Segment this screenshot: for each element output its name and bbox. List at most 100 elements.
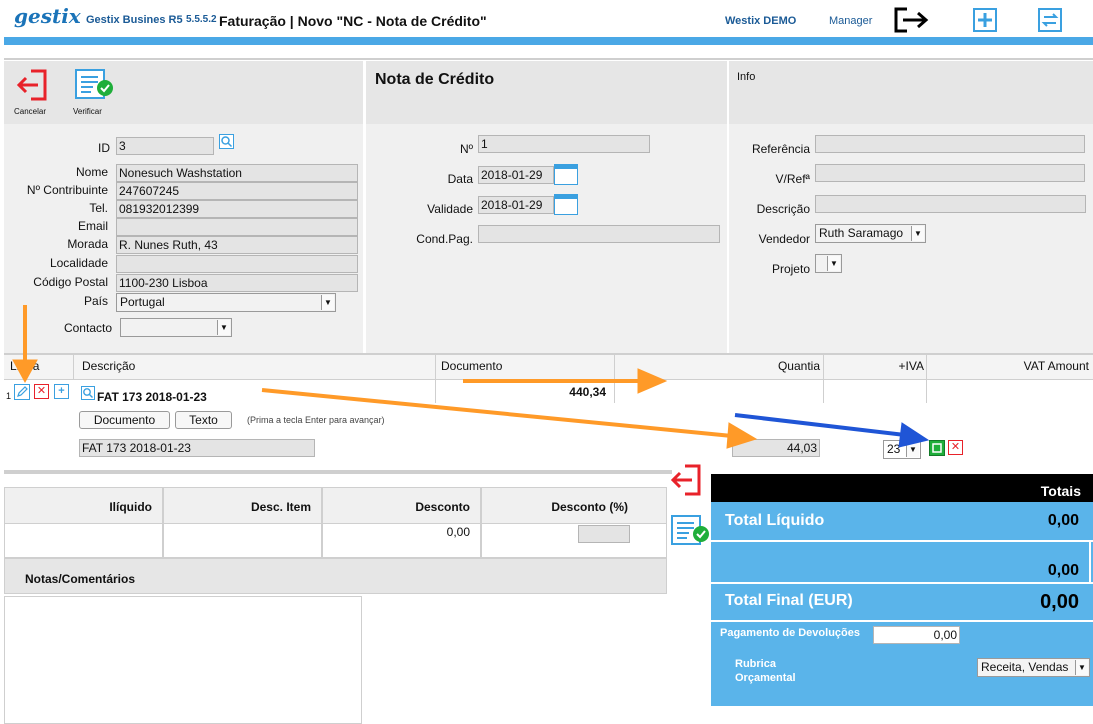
- phone-field[interactable]: 081932012399: [116, 200, 358, 218]
- text-button[interactable]: Texto: [175, 411, 232, 429]
- verify-button[interactable]: Verificar: [73, 68, 117, 118]
- col-line: Linha: [10, 359, 40, 373]
- reference-label: Referência: [751, 142, 810, 156]
- description-label: Descrição: [756, 202, 810, 216]
- vat-rate-value: 23: [887, 442, 901, 456]
- customer-id-field[interactable]: 3: [116, 137, 214, 155]
- project-select[interactable]: ▼: [815, 254, 842, 273]
- app-logo[interactable]: gestix: [14, 4, 81, 28]
- verify-icon: [75, 69, 113, 99]
- yourref-label: V/Refª: [775, 172, 810, 186]
- calendar-icon[interactable]: [554, 164, 578, 185]
- add-icon[interactable]: [972, 8, 998, 32]
- page-title: Faturação | Novo "NC - Nota de Crédito": [219, 13, 487, 29]
- col-discount-pct: Desconto (%): [551, 500, 628, 514]
- divider: [4, 58, 1093, 60]
- discount-pct-field[interactable]: [578, 525, 630, 543]
- chevron-down-icon: ▼: [1075, 660, 1088, 675]
- totals-panel: Totais Total Líquido 0,00 0,00 Total Fin…: [711, 474, 1093, 706]
- postal-field[interactable]: 1100-230 Lisboa: [116, 274, 358, 292]
- confirm-icon[interactable]: [929, 440, 945, 456]
- toolbar-panel: [4, 61, 363, 124]
- line-description-input[interactable]: FAT 173 2018-01-23: [79, 439, 315, 457]
- col-quantity: Quantia: [777, 359, 820, 373]
- verify-label: Verificar: [73, 107, 102, 116]
- chevron-down-icon: ▼: [321, 295, 334, 310]
- email-field[interactable]: [116, 218, 358, 236]
- cancel-icon[interactable]: [668, 463, 704, 497]
- delete-icon[interactable]: ✕: [948, 440, 963, 455]
- totals-header: Totais: [711, 474, 1093, 502]
- reference-field[interactable]: [815, 135, 1085, 153]
- description-field[interactable]: [815, 195, 1086, 213]
- validity-label: Validade: [427, 202, 473, 216]
- search-icon[interactable]: [81, 386, 95, 400]
- yourref-field[interactable]: [815, 164, 1085, 182]
- document-number-field[interactable]: 1: [478, 135, 650, 153]
- user-name[interactable]: Manager: [829, 15, 872, 27]
- verify-icon[interactable]: [669, 513, 711, 549]
- col-document: Documento: [441, 359, 503, 373]
- notes-textarea[interactable]: [4, 596, 362, 724]
- document-amount: 440,34: [569, 385, 606, 399]
- add-line-icon[interactable]: +: [54, 384, 69, 399]
- cancel-button[interactable]: Cancelar: [14, 68, 52, 118]
- logout-icon[interactable]: [893, 6, 931, 34]
- lines-header: [4, 355, 1093, 379]
- col-vat: +IVA: [898, 359, 924, 373]
- date-field[interactable]: 2018-01-29: [478, 166, 554, 184]
- taxid-field[interactable]: 247607245: [116, 182, 358, 200]
- chevron-down-icon: ▼: [217, 320, 230, 335]
- budget-label-2: Orçamental: [735, 672, 796, 684]
- cancel-label: Cancelar: [14, 107, 47, 116]
- app-version: 5.5.5.2: [186, 14, 217, 25]
- seller-label: Vendedor: [758, 232, 810, 246]
- country-value: Portugal: [120, 295, 165, 309]
- app-header: gestix Gestix Busines R5 5.5.5.2 Faturaç…: [0, 0, 1093, 36]
- document-button[interactable]: Documento: [79, 411, 170, 429]
- refresh-icon[interactable]: [1036, 6, 1064, 34]
- taxid-label: Nº Contribuinte: [26, 183, 108, 197]
- budget-label-1: Rubrica: [735, 658, 776, 670]
- enter-hint: (Prima a tecla Enter para avançar): [247, 415, 385, 425]
- budget-value: Receita, Vendas: [981, 660, 1069, 674]
- document-title: Nota de Crédito: [375, 71, 495, 88]
- col-vat-amount: VAT Amount: [1023, 359, 1089, 373]
- edit-icon[interactable]: [14, 384, 30, 400]
- line-index: 1: [6, 391, 12, 401]
- vat-rate-select[interactable]: 23 ▼: [883, 440, 921, 459]
- chevron-down-icon: ▼: [911, 226, 924, 241]
- customer-name-field[interactable]: Nonesuch Washstation: [116, 164, 358, 182]
- quantity-field[interactable]: 44,03: [732, 439, 820, 457]
- chevron-down-icon: ▼: [827, 256, 840, 271]
- info-panel-header: [729, 61, 1093, 124]
- delete-icon[interactable]: ✕: [34, 384, 49, 399]
- address-field[interactable]: R. Nunes Ruth, 43: [116, 236, 358, 254]
- country-select[interactable]: Portugal ▼: [116, 293, 336, 312]
- header-accent-bar: [4, 37, 1093, 45]
- chevron-down-icon: ▼: [906, 442, 919, 457]
- seller-select[interactable]: Ruth Saramago ▼: [815, 224, 926, 243]
- search-icon[interactable]: [219, 134, 234, 149]
- contact-label: Contacto: [63, 321, 112, 335]
- final-total-label: Total Final (EUR): [725, 592, 853, 609]
- col-description: Descrição: [82, 359, 136, 373]
- col-net: Ilíquido: [109, 500, 152, 514]
- calendar-icon[interactable]: [554, 194, 578, 215]
- refund-field[interactable]: 0,00: [873, 626, 960, 644]
- col-item-discount: Desc. Item: [250, 500, 311, 514]
- payment-field[interactable]: [478, 225, 720, 243]
- validity-field[interactable]: 2018-01-29: [478, 196, 554, 214]
- project-label: Projeto: [771, 262, 810, 276]
- locality-field[interactable]: [116, 255, 358, 273]
- totals-header-label: Totais: [1040, 483, 1081, 499]
- budget-select[interactable]: Receita, Vendas ▼: [977, 658, 1090, 677]
- final-total-value: 0,00: [1040, 591, 1079, 613]
- app-name: Gestix Busines R5: [86, 14, 183, 26]
- company-name[interactable]: Westix DEMO: [725, 15, 796, 27]
- number-label: Nº: [459, 142, 473, 156]
- postal-label: Código Postal: [33, 275, 108, 289]
- contact-select[interactable]: ▼: [120, 318, 232, 337]
- date-label: Data: [447, 172, 473, 186]
- payment-label: Cond.Pag.: [416, 232, 473, 246]
